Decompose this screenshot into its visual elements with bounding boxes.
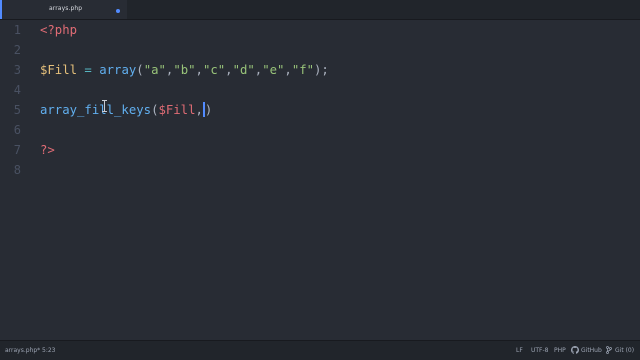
github-icon[interactable] (571, 346, 579, 354)
string-literal: "c" (202, 63, 226, 77)
variable-fill-arg: $Fill (158, 103, 196, 117)
assign-operator: = (77, 63, 100, 77)
status-grammar[interactable]: PHP (554, 347, 566, 354)
string-literal: "d" (232, 63, 255, 77)
string-literal: "a" (143, 63, 166, 77)
line-number: 6 (13, 123, 21, 137)
comma: , (284, 63, 292, 77)
status-cursor-position[interactable]: 5:23 (42, 347, 55, 354)
code-line-1[interactable]: <?php (40, 20, 77, 40)
line-number: 1 (13, 23, 21, 37)
line-number-gutter: 1 2 3 4 5 6 7 8 (0, 20, 30, 340)
line-number: 8 (13, 163, 21, 177)
line-number: 3 (13, 63, 21, 77)
function-array-fill-keys: array_fill_keys (40, 103, 152, 117)
string-literal: "b" (173, 63, 196, 77)
close-paren-semicolon: ); (314, 63, 329, 77)
mouse-ibeam-icon (102, 100, 107, 112)
status-github[interactable]: GitHub (581, 347, 602, 354)
function-array: array (99, 63, 137, 77)
string-literal: "e" (262, 63, 285, 77)
status-bar: arrays.php* 5:23 LF UTF-8 PHP GitHub Git… (0, 340, 640, 360)
php-open-tag: <?php (40, 23, 78, 37)
tab-title: arrays.php (49, 5, 83, 12)
status-git[interactable]: Git (0) (615, 347, 634, 354)
comma: , (225, 63, 233, 77)
status-encoding[interactable]: UTF-8 (531, 347, 549, 354)
git-branch-icon[interactable] (605, 346, 613, 354)
status-file-name[interactable]: arrays.php* (5, 347, 40, 354)
modified-dot-icon[interactable] (116, 9, 120, 13)
tab-arrays-php[interactable]: arrays.php (0, 0, 127, 19)
comma: , (195, 63, 203, 77)
open-paren: ( (136, 63, 144, 77)
tab-bar: arrays.php (0, 0, 640, 20)
editor-window: arrays.php 1 2 3 4 5 6 7 8 <?php $Fill =… (0, 0, 640, 360)
line-number: 7 (13, 143, 21, 157)
line-number: 4 (13, 83, 21, 97)
string-literal: "f" (291, 63, 315, 77)
line-number: 5 (13, 103, 21, 117)
status-line-ending[interactable]: LF (516, 347, 523, 354)
variable-fill: $Fill (40, 63, 78, 77)
code-editor[interactable]: 1 2 3 4 5 6 7 8 <?php $Fill = array("a",… (0, 20, 640, 340)
code-line-3[interactable]: $Fill = array("a","b","c","d","e","f"); (40, 60, 329, 80)
code-line-5[interactable]: array_fill_keys($Fill,) (40, 100, 212, 120)
line-number: 2 (13, 43, 21, 57)
php-close-tag: ?> (40, 143, 55, 157)
comma: , (195, 103, 203, 117)
code-line-7[interactable]: ?> (40, 140, 55, 160)
close-paren: ) (204, 103, 213, 117)
